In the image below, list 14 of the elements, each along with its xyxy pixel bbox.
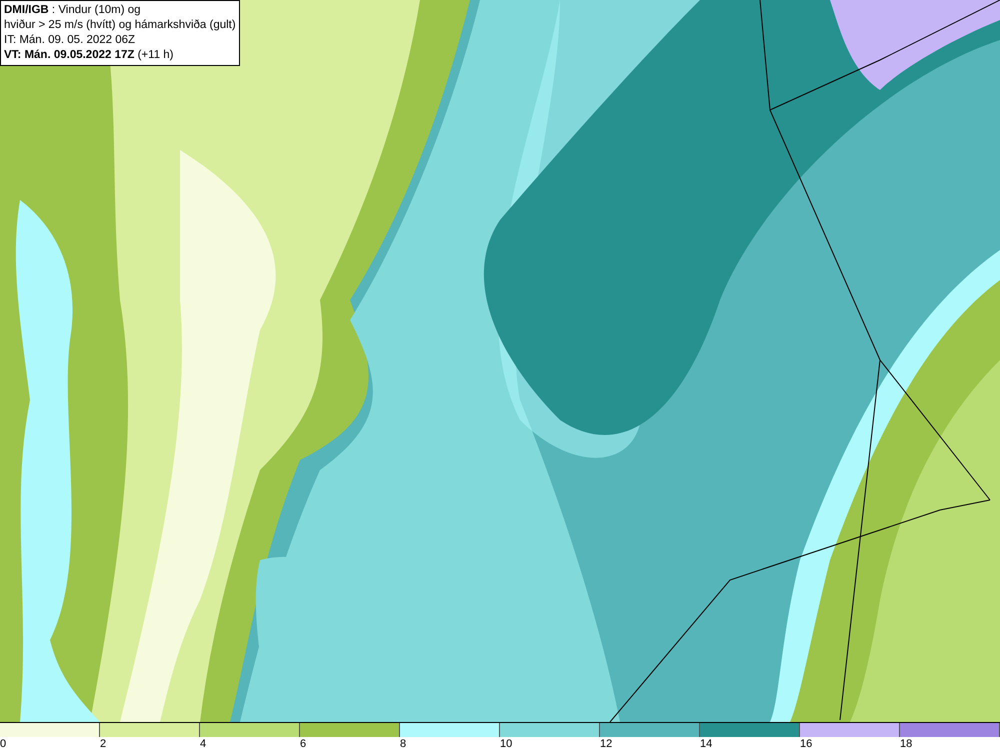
title-line: DMI/IGB : Vindur (10m) og [4,3,142,18]
title-line: IT: Mán. 09. 05. 2022 06Z [4,33,136,48]
legend-tick-label: 18 [900,737,912,752]
title-line: VT: Mán. 09.05.2022 17Z (+11 h) [4,48,175,63]
legend-tick-label: 0 [0,737,6,752]
legend-tick-label: 8 [400,737,406,752]
legend-tick-label: 16 [800,737,812,752]
legend-tick-label: 4 [200,737,206,752]
title-line: hviður > 25 m/s (hvítt) og hámarkshviða (gult) [4,18,236,33]
legend-tick-label: 6 [300,737,306,752]
legend-tick-label: 10 [500,737,512,752]
legend-tick-label: 12 [600,737,612,752]
legend-tick-label: 14 [700,737,712,752]
legend-tick-label: 2 [100,737,106,752]
